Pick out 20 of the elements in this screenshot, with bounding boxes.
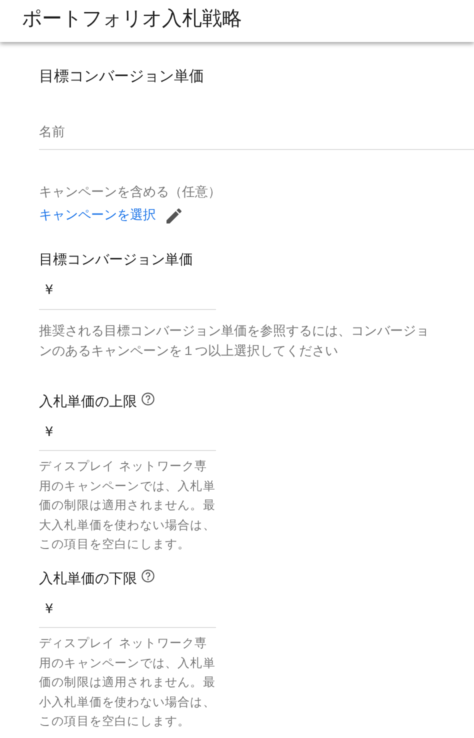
amount-field[interactable]: ¥ (39, 271, 216, 310)
currency-prefix: ¥ (45, 424, 54, 440)
amount-field[interactable]: ¥ (39, 412, 216, 451)
page-title: ポートフォリオ入札戦略 (22, 5, 243, 32)
field-label: 入札単価の上限 (39, 392, 137, 412)
help-icon[interactable] (141, 392, 155, 406)
section-title: 目標コンバージョン単価 (39, 67, 205, 85)
help-text: 推奨される目標コンバージョン単価を参照するには、コンバージョンのあるキャンペーンを１つ以上選択してください (39, 322, 430, 360)
pencil-icon[interactable] (164, 206, 184, 226)
campaigns-label: キャンペーンを含める（任意） (39, 184, 222, 202)
currency-prefix: ¥ (45, 602, 54, 616)
help-text: ディスプレイ ネットワーク専用のキャンペーンでは、入札単価の制限は適用されません。最大入札単価を使わない場合は、この項目を空白にします。 (39, 458, 216, 553)
amount-field[interactable]: ¥ (39, 590, 216, 628)
field-label: 入札単価の下限 (39, 570, 137, 588)
help-icon[interactable] (141, 568, 155, 582)
currency-prefix: ¥ (45, 283, 54, 298)
select-campaigns-link[interactable]: キャンペーンを選択 (39, 206, 156, 226)
field-label: 目標コンバージョン単価 (39, 251, 193, 270)
name-field[interactable]: 名前 (39, 123, 474, 150)
help-text: ディスプレイ ネットワーク専用のキャンペーンでは、入札単価の制限は適用されません。最小入札単価を使わない場合は、この項目を空白にします。 (39, 635, 216, 730)
